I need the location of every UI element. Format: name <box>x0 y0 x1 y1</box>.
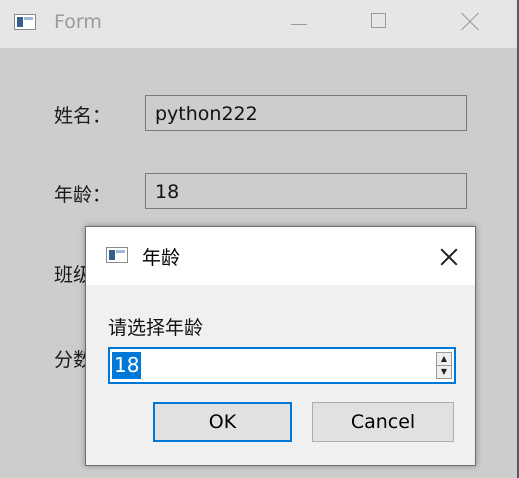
minimize-button[interactable] <box>276 0 322 44</box>
name-label: 姓名： <box>54 105 112 127</box>
app-window-icon <box>14 14 36 30</box>
age-label: 年龄： <box>54 184 112 206</box>
dialog-titlebar[interactable]: 年龄 <box>86 227 475 285</box>
age-spinbox[interactable]: 18 ▲ ▼ <box>108 347 456 384</box>
main-titlebar[interactable]: Form <box>0 0 517 48</box>
age-dialog: 年龄 请选择年龄 18 ▲ ▼ OK Cancel <box>85 226 476 466</box>
maximize-button[interactable] <box>356 0 402 44</box>
close-button[interactable] <box>446 0 492 44</box>
cancel-button[interactable]: Cancel <box>312 402 454 442</box>
window-title: Form <box>54 11 102 33</box>
dialog-prompt: 请选择年龄 <box>108 317 204 339</box>
spin-down-icon[interactable]: ▼ <box>437 366 451 378</box>
spinbox-value[interactable]: 18 <box>112 352 142 379</box>
age-input[interactable]: 18 <box>145 173 467 209</box>
dialog-app-icon <box>106 247 128 263</box>
dialog-title: 年龄 <box>142 247 181 269</box>
spinbox-arrows: ▲ ▼ <box>436 352 452 379</box>
ok-button[interactable]: OK <box>153 402 292 442</box>
name-input[interactable]: python222 <box>145 95 467 131</box>
dialog-close-button[interactable] <box>428 237 468 277</box>
spin-up-icon[interactable]: ▲ <box>437 353 451 366</box>
